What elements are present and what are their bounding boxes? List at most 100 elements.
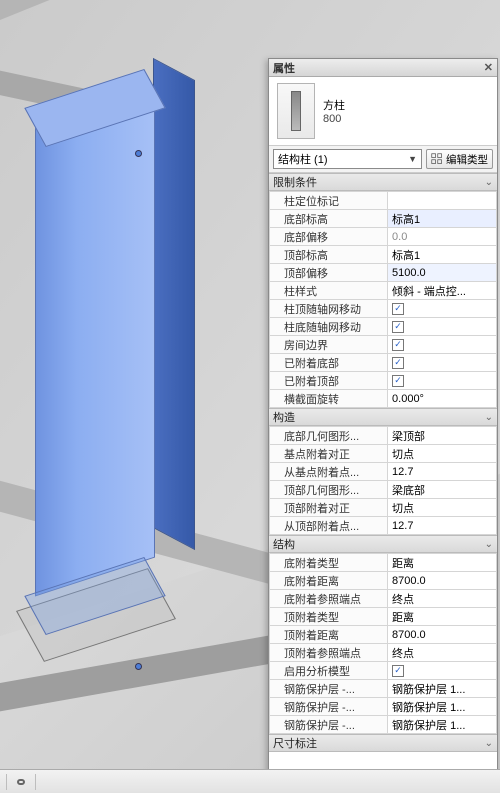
checkbox[interactable]: ✓ xyxy=(392,303,404,315)
property-value[interactable]: 5100.0 xyxy=(388,264,497,282)
property-value[interactable]: 8700.0 xyxy=(388,572,497,590)
property-value[interactable]: 钢筋保护层 1... xyxy=(388,716,497,734)
property-name: 横截面旋转 xyxy=(270,390,388,408)
property-value[interactable]: 梁底部 xyxy=(388,481,497,499)
property-value: 0.0 xyxy=(388,228,497,246)
properties-scroll[interactable]: 限制条件⌄柱定位标记底部标高标高1底部偏移0.0顶部标高标高1顶部偏移5100.… xyxy=(269,173,497,790)
checkbox: ✓ xyxy=(392,357,404,369)
property-value[interactable]: 倾斜 - 端点控... xyxy=(388,282,497,300)
property-value[interactable]: ✓ xyxy=(388,662,497,680)
drag-handle-icon[interactable] xyxy=(135,663,142,670)
property-row: 顶部几何图形...梁底部 xyxy=(270,481,497,499)
checkbox[interactable]: ✓ xyxy=(392,339,404,351)
property-value[interactable]: 终点 xyxy=(388,644,497,662)
property-value[interactable]: 切点 xyxy=(388,445,497,463)
property-row: 从顶部附着点...12.7 xyxy=(270,517,497,535)
property-name: 钢筋保护层 -... xyxy=(270,698,388,716)
property-table: 底附着类型距离底附着距离8700.0底附着参照端点终点顶附着类型距离顶附着距离8… xyxy=(269,553,497,734)
property-name: 钢筋保护层 -... xyxy=(270,716,388,734)
property-row: 底部偏移0.0 xyxy=(270,228,497,246)
property-value[interactable]: ✓ xyxy=(388,300,497,318)
property-value: ✓ xyxy=(388,372,497,390)
checkbox[interactable]: ✓ xyxy=(392,665,404,677)
properties-panel: 属性 ✕ 方柱 800 结构柱 (1) ▼ 编辑类型 限制条件 ⌄ 柱定位标记底部标… xyxy=(268,58,498,791)
instance-filter-combo[interactable]: 结构柱 (1) ▼ xyxy=(273,149,422,169)
column-front-face xyxy=(35,88,155,597)
expand-collapse-icon[interactable]: ⌄ xyxy=(485,738,493,749)
property-row: 钢筋保护层 -...钢筋保护层 1... xyxy=(270,716,497,734)
panel-titlebar[interactable]: 属性 ✕ xyxy=(269,59,497,77)
group-header[interactable]: 构造 ⌄ xyxy=(269,408,497,426)
property-row: 顶部附着对正切点 xyxy=(270,499,497,517)
property-name: 底部几何图形... xyxy=(270,427,388,445)
property-row: 钢筋保护层 -...钢筋保护层 1... xyxy=(270,698,497,716)
group-name: 构造 xyxy=(273,409,295,425)
property-name: 底部偏移 xyxy=(270,228,388,246)
property-value[interactable]: 钢筋保护层 1... xyxy=(388,680,497,698)
property-row: 横截面旋转0.000° xyxy=(270,390,497,408)
expand-collapse-icon[interactable]: ⌄ xyxy=(485,539,493,550)
checkbox[interactable]: ✓ xyxy=(392,321,404,333)
status-bar xyxy=(0,769,500,793)
property-name: 柱样式 xyxy=(270,282,388,300)
property-name: 柱定位标记 xyxy=(270,192,388,210)
property-table: 柱定位标记底部标高标高1底部偏移0.0顶部标高标高1顶部偏移5100.0柱样式倾… xyxy=(269,191,497,408)
property-name: 钢筋保护层 -... xyxy=(270,680,388,698)
property-value[interactable]: 终点 xyxy=(388,590,497,608)
property-name: 底附着距离 xyxy=(270,572,388,590)
property-row: 顶附着类型距离 xyxy=(270,608,497,626)
property-row: 柱定位标记 xyxy=(270,192,497,210)
group-name: 限制条件 xyxy=(273,174,317,190)
property-row: 柱顶随轴网移动 ✓ xyxy=(270,300,497,318)
property-value[interactable]: 钢筋保护层 1... xyxy=(388,698,497,716)
property-value[interactable]: 0.000° xyxy=(388,390,497,408)
property-value[interactable]: 距离 xyxy=(388,608,497,626)
close-icon[interactable]: ✕ xyxy=(484,61,493,74)
property-row: 顶附着参照端点终点 xyxy=(270,644,497,662)
property-value[interactable]: 切点 xyxy=(388,499,497,517)
property-name: 顶部偏移 xyxy=(270,264,388,282)
checkbox: ✓ xyxy=(392,375,404,387)
property-row: 顶附着距离8700.0 xyxy=(270,626,497,644)
group-header[interactable]: 尺寸标注 ⌄ xyxy=(269,734,497,752)
property-name: 柱顶随轴网移动 xyxy=(270,300,388,318)
property-name: 已附着顶部 xyxy=(270,372,388,390)
property-value[interactable]: 标高1 xyxy=(388,210,497,228)
property-value[interactable]: 梁顶部 xyxy=(388,427,497,445)
property-row: 已附着顶部 ✓ xyxy=(270,372,497,390)
link-icon[interactable] xyxy=(13,774,29,790)
property-value[interactable]: 8700.0 xyxy=(388,626,497,644)
property-row: 启用分析模型✓ xyxy=(270,662,497,680)
selected-column[interactable] xyxy=(35,85,195,595)
property-value[interactable]: 12.7 xyxy=(388,463,497,481)
group-name: 尺寸标注 xyxy=(273,735,317,751)
property-row: 从基点附着点...12.7 xyxy=(270,463,497,481)
property-name: 底附着类型 xyxy=(270,554,388,572)
expand-collapse-icon[interactable]: ⌄ xyxy=(485,412,493,423)
type-selector[interactable]: 方柱 800 xyxy=(269,77,497,146)
group-name: 结构 xyxy=(273,536,295,552)
property-name: 已附着底部 xyxy=(270,354,388,372)
property-value[interactable]: 距离 xyxy=(388,554,497,572)
edit-type-button[interactable]: 编辑类型 xyxy=(426,149,493,169)
panel-title-text: 属性 xyxy=(273,60,295,76)
property-row: 柱样式倾斜 - 端点控... xyxy=(270,282,497,300)
property-value[interactable]: 12.7 xyxy=(388,517,497,535)
family-name: 方柱 xyxy=(323,97,345,113)
edit-type-icon xyxy=(431,153,443,165)
property-row: 柱底随轴网移动✓ xyxy=(270,318,497,336)
property-value[interactable]: ✓ xyxy=(388,336,497,354)
type-thumbnail xyxy=(277,83,315,139)
property-name: 房间边界 xyxy=(270,336,388,354)
column-side-face xyxy=(153,58,195,550)
drag-handle-icon[interactable] xyxy=(135,150,142,157)
property-value[interactable]: 标高1 xyxy=(388,246,497,264)
expand-collapse-icon[interactable]: ⌄ xyxy=(485,177,493,188)
property-row: 基点附着对正切点 xyxy=(270,445,497,463)
property-value[interactable]: ✓ xyxy=(388,318,497,336)
group-header[interactable]: 结构 ⌄ xyxy=(269,535,497,553)
group-header[interactable]: 限制条件 ⌄ xyxy=(269,173,497,191)
property-row: 底附着距离8700.0 xyxy=(270,572,497,590)
property-name: 底部标高 xyxy=(270,210,388,228)
property-row: 已附着底部 ✓ xyxy=(270,354,497,372)
